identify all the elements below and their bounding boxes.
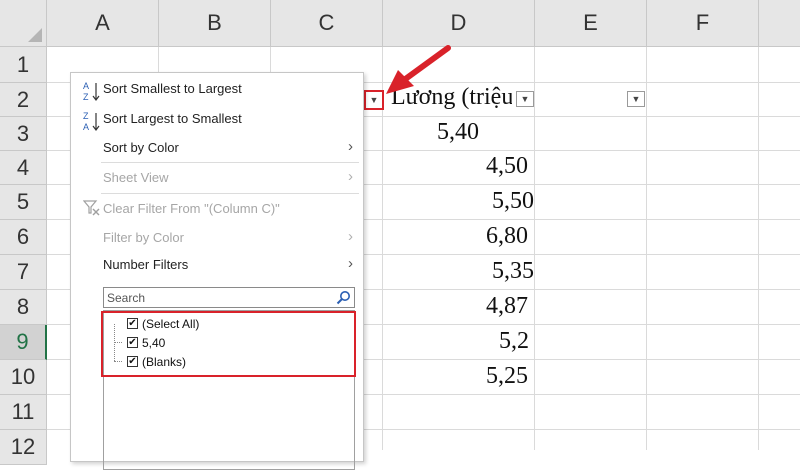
clear-filter-icon xyxy=(83,200,100,216)
chevron-right-icon: › xyxy=(348,228,353,245)
svg-text:Z: Z xyxy=(83,111,89,121)
row-header-3[interactable]: 3 xyxy=(0,117,47,151)
cell-d7[interactable]: 5,35 xyxy=(492,258,534,285)
svg-text:A: A xyxy=(83,81,89,91)
cell-d5[interactable]: 5,50 xyxy=(492,188,534,215)
dropdown-arrow-icon: ▼ xyxy=(520,94,530,104)
gridline xyxy=(534,47,535,450)
row-header-2[interactable]: 2 xyxy=(0,83,47,117)
filter-dropdown-d[interactable]: ▼ xyxy=(516,91,534,107)
column-header-f[interactable]: F xyxy=(647,0,759,47)
cell-d10[interactable]: 5,25 xyxy=(486,363,528,390)
autofilter-menu: A Z Sort Smallest to Largest Z A Sort La… xyxy=(70,72,364,470)
filter-search-input[interactable] xyxy=(104,288,330,307)
cell-d3[interactable]: 5,40 xyxy=(437,119,479,146)
sort-descending-item[interactable]: Sort Largest to Smallest xyxy=(103,111,242,126)
sort-descending-icon: Z A xyxy=(83,111,100,132)
row-header-6[interactable]: 6 xyxy=(0,220,47,255)
dropdown-arrow-icon: ▼ xyxy=(369,95,379,105)
filter-search-box xyxy=(103,287,355,308)
row-header-4[interactable]: 4 xyxy=(0,151,47,185)
red-arrow-icon xyxy=(386,45,451,94)
svg-text:A: A xyxy=(83,122,89,132)
chevron-right-icon: › xyxy=(348,168,353,185)
column-header-c[interactable]: C xyxy=(271,0,383,47)
row-header-11[interactable]: 11 xyxy=(0,395,47,430)
cell-d8[interactable]: 4,87 xyxy=(486,293,528,320)
filter-dropdown-e[interactable]: ▼ xyxy=(627,91,645,107)
column-header-a[interactable]: A xyxy=(47,0,159,47)
select-all-corner[interactable] xyxy=(0,0,47,47)
row-header-10[interactable]: 10 xyxy=(0,360,47,395)
row-header-1[interactable]: 1 xyxy=(0,47,47,83)
menu-separator xyxy=(101,162,359,163)
sort-ascending-icon: A Z xyxy=(83,81,100,102)
menu-separator xyxy=(101,193,359,194)
sort-ascending-item[interactable]: Sort Smallest to Largest xyxy=(103,81,242,96)
row-header-8[interactable]: 8 xyxy=(0,290,47,325)
row-header-12[interactable]: 12 xyxy=(0,430,47,465)
cell-d9[interactable]: 5,2 xyxy=(499,328,529,355)
sort-by-color-item[interactable]: Sort by Color xyxy=(103,140,179,155)
clear-filter-item: Clear Filter From "(Column C)" xyxy=(103,201,280,216)
filter-by-color-item: Filter by Color xyxy=(103,230,184,245)
chevron-right-icon: › xyxy=(348,138,353,155)
column-header-b[interactable]: B xyxy=(159,0,271,47)
column-header-partial xyxy=(759,0,800,47)
gridline xyxy=(646,47,647,450)
number-filters-item[interactable]: Number Filters xyxy=(103,257,188,272)
cell-d4[interactable]: 4,50 xyxy=(486,153,528,180)
row-header-7[interactable]: 7 xyxy=(0,255,47,290)
highlight-box xyxy=(101,311,356,377)
gridline xyxy=(758,47,759,450)
svg-text:Z: Z xyxy=(83,92,89,102)
row-header-5[interactable]: 5 xyxy=(0,185,47,220)
column-header-e[interactable]: E xyxy=(535,0,647,47)
cell-d6[interactable]: 6,80 xyxy=(486,223,528,250)
dropdown-arrow-icon: ▼ xyxy=(631,94,641,104)
search-icon[interactable] xyxy=(336,290,351,305)
chevron-right-icon: › xyxy=(348,255,353,272)
row-header-9[interactable]: 9 xyxy=(0,325,47,360)
sheet-view-item: Sheet View xyxy=(103,170,169,185)
